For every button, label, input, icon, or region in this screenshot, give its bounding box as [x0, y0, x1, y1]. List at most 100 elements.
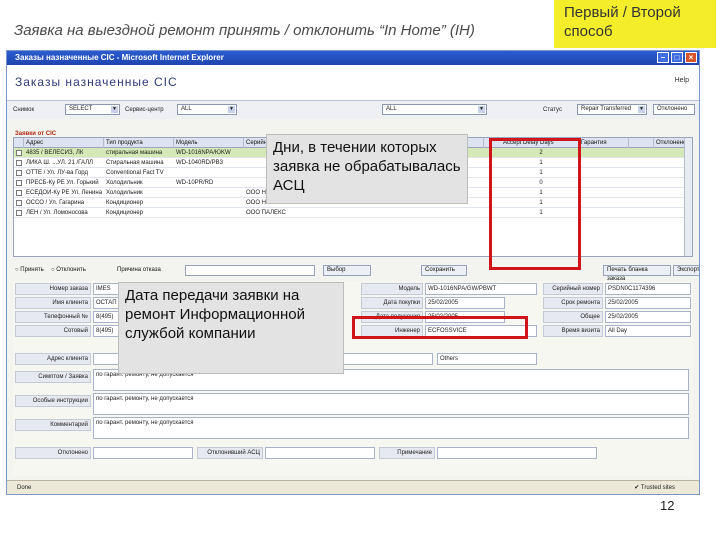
row-checkbox[interactable] — [16, 170, 22, 176]
filter-select-4[interactable]: Repair Transferred ▼ — [577, 104, 647, 115]
delay-days-highlight — [489, 138, 581, 270]
cell-address: ЛИКА Ш. ...УЛ. 21 /ГАЛЛ — [26, 160, 93, 166]
purchase-date-field[interactable]: 25/02/2005 — [425, 297, 505, 309]
accept-radio-label[interactable]: ○ Принять — [15, 267, 44, 273]
reason-label: Причина отказа — [117, 267, 161, 273]
slide: Заявка на выездной ремонт принять / откл… — [0, 0, 720, 540]
cell-product: Conventional Fact TV — [106, 170, 164, 176]
rejected-field[interactable] — [93, 447, 193, 459]
grid-header-rejected[interactable]: Отклонено — [654, 138, 686, 148]
row-checkbox[interactable] — [16, 200, 22, 206]
export-excel-button[interactable]: Экспорт в Excel — [673, 265, 699, 276]
row-checkbox[interactable] — [16, 160, 22, 166]
chevron-down-icon: ▼ — [478, 106, 485, 113]
maximize-icon[interactable]: □ — [671, 52, 683, 63]
filter-label-2: Сервис-центр — [125, 107, 164, 113]
grid-header-address[interactable]: Адрес — [24, 138, 104, 148]
filter-select-1[interactable]: SELECT ▼ — [65, 104, 120, 115]
received-date-callout: Дата передачи заявки на ремонт Информаци… — [118, 282, 344, 374]
page-number: 12 — [660, 498, 675, 513]
grid-header-col10[interactable] — [629, 138, 654, 148]
other-field[interactable]: Others — [437, 353, 537, 365]
comment-label: Комментарий — [15, 419, 91, 431]
cell-product: Кондиционер — [106, 210, 144, 216]
filter-select-3-value: ALL — [386, 106, 397, 112]
cell-address: ОТТЕ / Ул. ЛУ-ва Горд — [26, 170, 89, 176]
cell-product: Кондиционер — [106, 200, 144, 206]
row-checkbox[interactable] — [16, 150, 22, 156]
reject-label: Отклонить — [56, 267, 86, 273]
rejecting-asc-field[interactable] — [265, 447, 375, 459]
accept-label: Принять — [20, 267, 44, 273]
grid-header-warranty[interactable]: Гарантия — [579, 138, 629, 148]
save-button[interactable]: Сохранить — [421, 265, 467, 276]
cell-serial: ООО ПАЛЕКС — [246, 210, 286, 216]
model-field[interactable]: WD-1016NPA/GW/PBWT — [425, 283, 537, 295]
app-header: Заказы назначенные CIC Help — [7, 65, 699, 101]
note-field[interactable] — [437, 447, 597, 459]
cell-address: ПРЕСБ-Ку РЕ Ул. Горький — [26, 180, 99, 186]
purchase-date-label: Дата покупки — [361, 297, 423, 309]
window-controls: – □ × — [657, 52, 697, 63]
visit-time-field[interactable]: All Day — [605, 325, 691, 337]
received-date-highlight — [352, 316, 528, 339]
serial-field[interactable]: PSDN0C1174396 — [605, 283, 691, 295]
close-icon[interactable]: × — [685, 52, 697, 63]
method-callout: Первый / Второй способ — [554, 0, 716, 48]
cell-model — [174, 198, 244, 207]
row-checkbox[interactable] — [16, 210, 22, 216]
filter-select-2-value: ALL — [181, 106, 192, 112]
slide-title: Заявка на выездной ремонт принять / откл… — [14, 22, 475, 39]
deadline-field[interactable]: 25/02/2005 — [605, 297, 691, 309]
grid-header-model[interactable]: Модель — [174, 138, 244, 148]
cell-product: стиральная машина — [106, 150, 163, 156]
comment-textarea[interactable]: по гарант. ремонту, не допускается — [93, 417, 689, 439]
print-order-button[interactable]: Печать бланка заказа — [603, 265, 671, 282]
rejecting-asc-label: Отклонивший АСЦ — [197, 447, 263, 459]
zone-text: Trusted sites — [640, 485, 675, 491]
cell-product: Холодильник — [106, 180, 143, 186]
cell-address: ЕСЕДОИ-Ку РЕ Ул. Ленина — [26, 190, 103, 196]
cell-model — [174, 188, 244, 197]
name-label: Имя клиента — [15, 297, 91, 309]
cell-model: WD-1016NPA/ЮKW — [176, 150, 231, 156]
browser-window: Заказы назначенные CIC - Microsoft Inter… — [6, 50, 700, 495]
table-row[interactable]: ЛЕН / Ул. Ломоносова Кондиционер ООО ПАЛЕК… — [14, 208, 692, 218]
reason-input[interactable] — [185, 265, 315, 276]
grid-scrollbar[interactable] — [684, 138, 692, 256]
help-link[interactable]: Help — [675, 77, 689, 84]
serial-label: Серийный номер — [543, 283, 603, 295]
chevron-down-icon: ▼ — [638, 106, 645, 113]
reject-radio-label[interactable]: ○ Отклонить — [51, 267, 86, 273]
rejected-label: Отклонено — [15, 447, 91, 459]
window-title: Заказы назначенные CIC - Microsoft Inter… — [15, 53, 224, 62]
phone-label: Телефонный № — [15, 311, 91, 323]
row-checkbox[interactable] — [16, 190, 22, 196]
cell-address: 4835 / ВЕЛЕСИЗ, ЛК — [26, 150, 84, 156]
filter-select-2[interactable]: ALL ▼ — [177, 104, 237, 115]
common-label: Общее — [543, 311, 603, 323]
visit-time-label: Время визита — [543, 325, 603, 337]
filter-select-3[interactable]: ALL ▼ — [382, 104, 487, 115]
grid-header-product[interactable]: Тип продукта — [104, 138, 174, 148]
cell-model — [174, 168, 244, 177]
filter-label-4: Статус — [543, 107, 562, 113]
minimize-icon[interactable]: – — [657, 52, 669, 63]
common-field[interactable]: 25/02/2005 — [605, 311, 691, 323]
status-text: Done — [17, 485, 32, 491]
row-checkbox[interactable] — [16, 180, 22, 186]
cell-address: ОССО / Ул. Гагарина — [26, 200, 85, 206]
status-bar: Done ✔ Trusted sites — [7, 480, 699, 494]
deadline-label: Срок ремонта — [543, 297, 603, 309]
select-dropdown[interactable]: Выбор — [323, 265, 371, 276]
filter-bar: Снимок SELECT ▼ Сервис-центр ALL ▼ ALL ▼… — [7, 101, 699, 119]
special-instructions-textarea[interactable]: по гарант. ремонту, не допускается — [93, 393, 689, 415]
filter-select-4-value: Repair Transferred — [581, 106, 632, 112]
zone-indicator: ✔ Trusted sites — [634, 485, 675, 491]
order-detail-form: Номер заказа IMES Имя клиента ОСТАП Теле… — [13, 281, 693, 476]
filter-label-1: Снимок — [13, 107, 35, 113]
filter-select-5[interactable]: Отклонено — [653, 104, 695, 115]
cell-model — [174, 208, 244, 217]
cell-model: WD-10PR/RD — [176, 180, 214, 186]
delay-days-callout: Дни, в течении которых заявка не обрабат… — [266, 134, 468, 204]
